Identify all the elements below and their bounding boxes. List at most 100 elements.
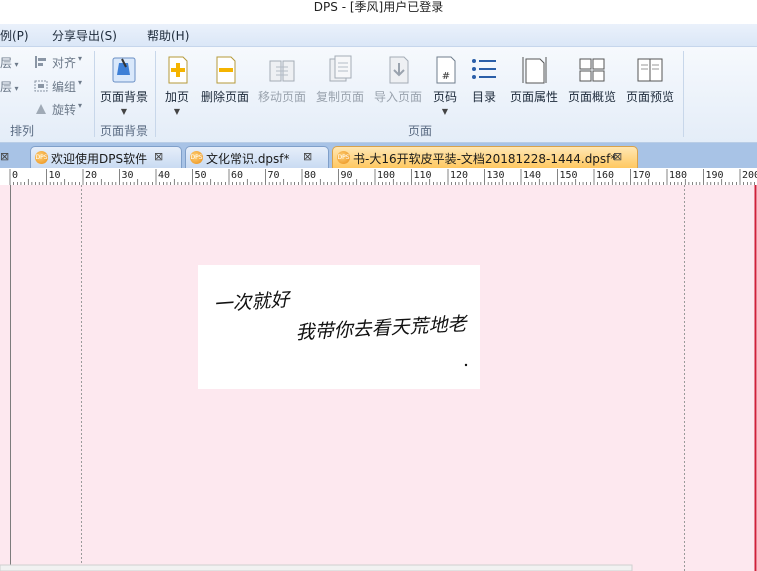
page-properties-label: 页面属性 [509,90,558,104]
rotate-label: 旋转 [52,103,77,117]
toc-icon [472,59,496,79]
ruler-label: 200 [742,170,757,181]
page-canvas[interactable]: 一次就好 我带你去看天荒地老 [0,185,757,571]
rotate-icon [34,103,48,115]
arrange-group-label: 排列 [10,124,35,138]
ruler-label: 50 [195,170,207,181]
chevron-down-icon: ▼ [441,107,449,116]
page-overview-label: 页面概览 [567,90,616,104]
delete-page-label: 删除页面 [200,90,249,104]
ruler-label: 30 [122,170,134,181]
window-title: DPS - [季风]用户已登录 [313,0,444,14]
ruler-label: 20 [85,170,97,181]
copy-page-button[interactable]: 复制页面 [312,55,368,117]
page-group-label: 页面 [408,124,433,138]
group-separator [683,51,684,137]
ruler-label: 90 [341,170,353,181]
move-page-label: 移动页面 [257,90,306,104]
align-button[interactable]: 对齐 ▾ [34,54,94,72]
ruler-ticks: 0 10 20 30 40 50 60 70 80 90 100 110 120 130 140 150 160… [9,169,757,185]
delete-page-icon [216,56,236,84]
page-number-label: 页码 [432,90,457,104]
ruler-label: 120 [450,170,468,181]
layer-label: 层 [0,56,13,70]
document-tab-bar: ⊠ DPS 欢迎使用DPS软件 ⊠ DPS 文化常识.dpsf* ⊠ DPS 书… [0,143,757,169]
page-number-button[interactable]: # 页码 ▼ [428,55,462,117]
align-label: 对齐 [52,56,77,70]
chevron-down-icon: ▼ [173,107,181,116]
background-group-label: 页面背景 [100,124,149,138]
menu-item-share-export[interactable]: 分享导出(S) [52,27,117,44]
menu-bar: 例(P) 分享导出(S) 帮助(H) [0,24,757,47]
page-background-button[interactable]: 页面背景 ▼ [96,55,152,117]
ruler-label: 80 [304,170,316,181]
delete-page-button[interactable]: 删除页面 [197,55,253,117]
chevron-down-icon: ▼ [120,107,128,116]
close-icon[interactable]: ⊠ [613,150,622,163]
ruler-label: 150 [560,170,578,181]
menu-item-layout[interactable]: 例(P) [0,27,29,44]
svg-text:#: # [442,71,450,82]
tab-current-document[interactable]: DPS 书-大16开软皮平装-文档20181228-1444.dpsf* ⊠ [332,146,638,168]
page-overview-button[interactable]: 页面概览 [564,55,620,117]
copy-page-label: 复制页面 [315,90,364,104]
layer2-button[interactable]: 层 ▾ [0,78,30,96]
ruler-label: 40 [158,170,170,181]
ruler-label: 180 [669,170,687,181]
layer-button[interactable]: 层 ▾ [0,54,30,72]
title-bar: DPS - [季风]用户已登录 [0,0,757,24]
copy-page-icon [329,55,352,82]
tab-culture-knowledge[interactable]: DPS 文化常识.dpsf* ⊠ [185,146,329,168]
group-button[interactable]: 编组 ▾ [34,78,94,96]
horizontal-ruler: 0 10 20 30 40 50 60 70 80 90 100 110 120 130 140 150 160… [0,168,757,186]
add-page-icon [168,56,188,84]
calligraphy-image[interactable]: 一次就好 我带你去看天荒地老 [198,265,480,389]
page-preview-icon [637,58,663,82]
layer2-label: 层 [0,80,13,94]
calligraphy-line2: 我带你去看天荒地老 [295,313,469,344]
ruler-label: 140 [523,170,541,181]
page-preview-label: 页面预览 [625,90,674,104]
page-preview-button[interactable]: 页面预览 [622,55,678,117]
toc-label: 目录 [471,90,496,104]
tab-label: 欢迎使用DPS软件 [51,152,148,166]
tab-welcome[interactable]: DPS 欢迎使用DPS软件 ⊠ [30,146,182,168]
page-overview-icon [579,58,605,82]
menu-item-help[interactable]: 帮助(H) [147,27,189,44]
close-icon[interactable]: ⊠ [0,150,9,163]
ruler-label: 10 [49,170,61,181]
toc-button[interactable]: 目录 [464,55,504,117]
ruler-label: 110 [414,170,432,181]
close-icon[interactable]: ⊠ [303,150,312,163]
group-label: 编组 [52,80,77,94]
ribbon: 层 ▾ 对齐 ▾ 层 ▾ 编组 ▾ 旋转 ▾ 排列 页面背景 ▼ 页面背景 加页… [0,47,757,143]
import-page-label: 导入页面 [373,90,422,104]
ruler-label: 160 [596,170,614,181]
move-page-button[interactable]: 移动页面 [254,55,310,117]
add-page-button[interactable]: 加页 ▼ [158,55,196,117]
rotate-button[interactable]: 旋转 ▾ [34,101,94,119]
align-icon [34,56,48,68]
page-properties-button[interactable]: 页面属性 [506,55,562,117]
ruler-label: 130 [487,170,505,181]
ruler-label: 60 [231,170,243,181]
tab-label: 文化常识.dpsf* [206,152,290,166]
move-page-icon [269,60,295,82]
group-separator [155,51,156,137]
ruler-label: 100 [377,170,395,181]
page-number-icon: # [436,56,456,84]
calligraphy-strokes: 一次就好 我带你去看天荒地老 [213,289,469,367]
dps-icon: DPS [190,151,203,164]
dps-icon: DPS [35,151,48,164]
group-separator [94,51,95,137]
ruler-label: 70 [268,170,280,181]
close-icon[interactable]: ⊠ [154,150,163,163]
ruler-label: 0 [12,170,18,181]
ruler-label: 190 [706,170,724,181]
add-page-label: 加页 [164,90,189,104]
page-properties-icon [522,57,547,84]
import-page-button[interactable]: 导入页面 [370,55,426,117]
paint-bucket-icon [112,57,136,83]
dps-icon: DPS [337,151,350,164]
calligraphy-line1: 一次就好 [213,289,293,316]
